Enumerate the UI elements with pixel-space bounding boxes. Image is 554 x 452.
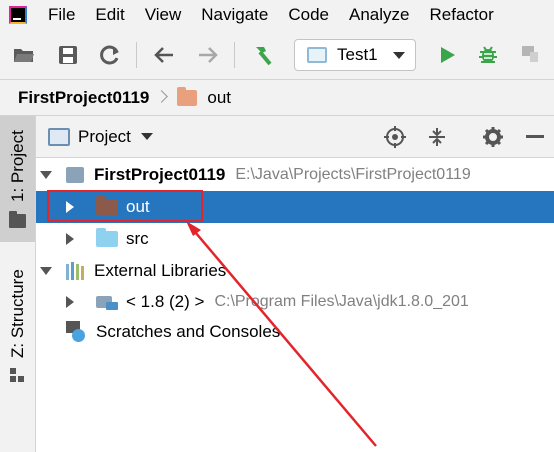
project-view-selector[interactable]: Project [78, 127, 131, 147]
tree-row-jdk[interactable]: < 1.8 (2) > C:\Program Files\Java\jdk1.8… [36, 286, 554, 318]
expand-arrow-icon[interactable] [40, 267, 52, 275]
tree-src-label: src [126, 229, 149, 248]
jdk-folder-icon [96, 294, 118, 310]
expand-arrow-icon[interactable] [66, 296, 74, 308]
breadcrumb-folder[interactable]: out [207, 88, 231, 108]
tab-structure[interactable]: Z: Structure [0, 252, 35, 392]
build-hammer-icon[interactable] [250, 43, 274, 67]
tab-structure-label: Z: Structure [8, 269, 27, 358]
tree-root-label: FirstProject0119 [94, 165, 226, 184]
tab-project[interactable]: 1: Project [0, 116, 35, 242]
debug-icon[interactable] [476, 43, 500, 67]
folder-icon [177, 86, 198, 106]
menu-code[interactable]: Code [288, 5, 329, 25]
menu-edit[interactable]: Edit [95, 5, 124, 25]
highlight-box [47, 190, 203, 222]
back-icon[interactable] [152, 43, 176, 67]
tree-row-src[interactable]: src [36, 223, 554, 255]
left-tool-strip: 1: Project Z: Structure [0, 116, 36, 452]
tree-row-project-root[interactable]: FirstProject0119 E:\Java\Projects\FirstP… [36, 159, 554, 191]
breadcrumb-project[interactable]: FirstProject0119 [18, 88, 149, 108]
run-config-icon [307, 47, 327, 63]
module-folder-icon [66, 167, 84, 183]
sync-icon[interactable] [98, 43, 122, 67]
tree-row-scratches[interactable]: Scratches and Consoles [36, 316, 554, 348]
menu-refactor[interactable]: Refactor [429, 5, 493, 25]
library-icon [66, 262, 86, 280]
chevron-down-icon[interactable] [140, 133, 153, 140]
collapse-all-icon[interactable] [426, 126, 448, 148]
run-configuration-selector[interactable]: Test1 [294, 39, 416, 71]
main-toolbar: Test1 [0, 30, 554, 80]
menu-file[interactable]: File [48, 5, 75, 25]
project-panel-header: Project [36, 116, 554, 158]
open-folder-icon[interactable] [12, 43, 36, 67]
source-folder-icon [96, 228, 118, 247]
tree-root-path: E:\Java\Projects\FirstProject0119 [235, 166, 471, 183]
app-logo-icon [4, 2, 30, 28]
hide-panel-icon[interactable] [524, 126, 546, 148]
tab-project-label: 1: Project [8, 130, 27, 202]
project-folder-icon [9, 211, 26, 228]
breadcrumb-separator-icon [157, 89, 165, 107]
tree-scratches-label: Scratches and Consoles [96, 322, 281, 341]
navigation-bar: FirstProject0119 out [0, 80, 554, 116]
chevron-down-icon [393, 52, 405, 59]
structure-icon [10, 368, 24, 382]
tree-jdk-label: < 1.8 (2) > [126, 292, 205, 311]
run-config-label: Test1 [337, 45, 378, 64]
tree-ext-libs-label: External Libraries [94, 261, 227, 280]
menu-analyze[interactable]: Analyze [349, 5, 409, 25]
project-view-icon [48, 127, 70, 146]
menu-bar: File Edit View Navigate Code Analyze Ref… [0, 0, 554, 30]
forward-icon[interactable] [196, 43, 220, 67]
tree-row-external-libraries[interactable]: External Libraries [36, 255, 554, 287]
locate-target-icon[interactable] [384, 126, 406, 148]
scratches-icon [64, 321, 86, 343]
project-panel: Project FirstProject0119 E:\Java\Project… [36, 116, 554, 452]
run-icon[interactable] [436, 43, 460, 67]
menu-navigate[interactable]: Navigate [201, 5, 268, 25]
expand-arrow-icon[interactable] [66, 233, 74, 245]
coverage-icon[interactable] [518, 43, 542, 67]
gear-icon[interactable] [482, 126, 504, 148]
menu-view[interactable]: View [145, 5, 182, 25]
tree-jdk-path: C:\Program Files\Java\jdk1.8.0_201 [214, 293, 469, 310]
expand-arrow-icon[interactable] [40, 171, 52, 179]
save-icon[interactable] [56, 43, 80, 67]
